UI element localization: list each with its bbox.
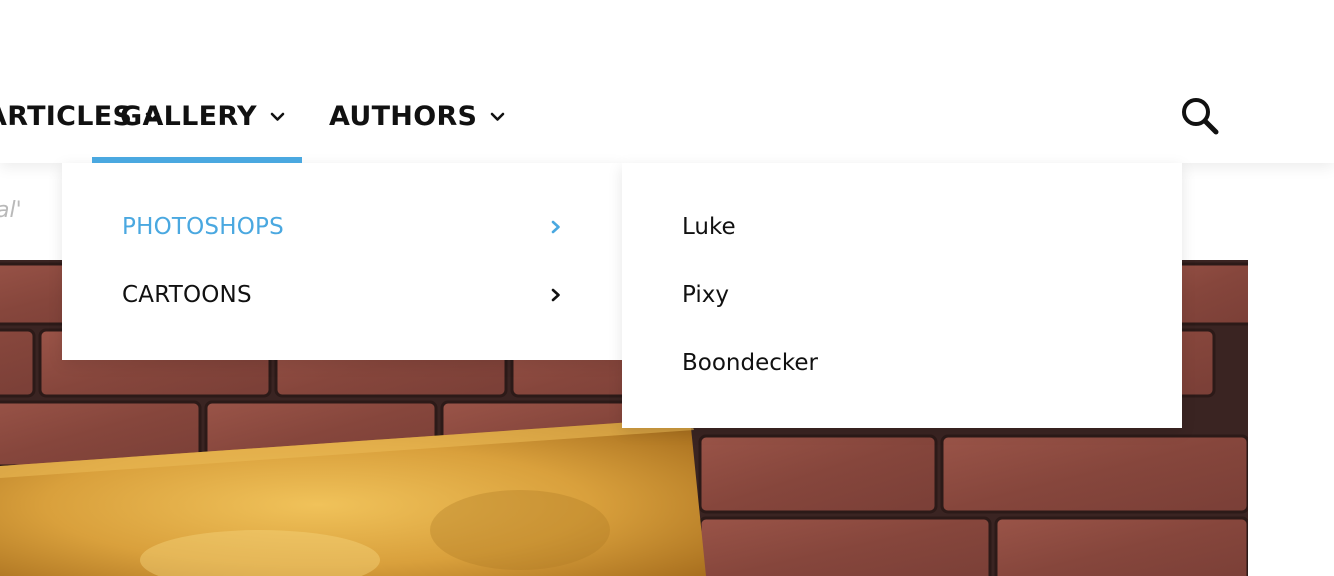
submenu-item-label: Pixy <box>682 282 729 308</box>
partial-subtitle-text: al' <box>0 198 22 223</box>
chevron-right-icon <box>551 220 560 234</box>
submenu-item-luke[interactable]: Luke <box>622 193 1182 261</box>
submenu-item-label: Luke <box>682 214 736 240</box>
submenu-item-pixy[interactable]: Pixy <box>622 261 1182 329</box>
dropdown-item-photoshops[interactable]: PHOTOSHOPS <box>62 193 622 261</box>
nav-item-authors[interactable]: AUTHORS <box>329 96 505 136</box>
submenu-item-boondecker[interactable]: Boondecker <box>622 329 1182 397</box>
gallery-dropdown-menu: PHOTOSHOPS CARTOONS <box>62 163 622 360</box>
dropdown-item-label: PHOTOSHOPS <box>122 214 284 240</box>
chevron-down-icon <box>270 112 285 121</box>
dropdown-item-cartoons[interactable]: CARTOONS <box>62 261 622 329</box>
search-button[interactable] <box>1178 94 1222 138</box>
page: al' <box>0 0 1334 576</box>
search-icon <box>1182 98 1219 135</box>
nav-item-gallery[interactable]: GALLERY <box>120 96 285 136</box>
photoshops-submenu: Luke Pixy Boondecker <box>622 163 1182 428</box>
chevron-right-icon <box>551 288 560 302</box>
nav-item-label: ARTICLES <box>0 100 133 132</box>
active-nav-underline <box>92 157 302 163</box>
dropdown-item-label: CARTOONS <box>122 282 252 308</box>
submenu-item-label: Boondecker <box>682 350 819 376</box>
nav-item-label: GALLERY <box>120 100 257 132</box>
top-navbar: ARTICLES GALLERY AUTHORS <box>0 0 1334 163</box>
nav-item-label: AUTHORS <box>329 100 478 132</box>
chevron-down-icon <box>490 112 505 121</box>
